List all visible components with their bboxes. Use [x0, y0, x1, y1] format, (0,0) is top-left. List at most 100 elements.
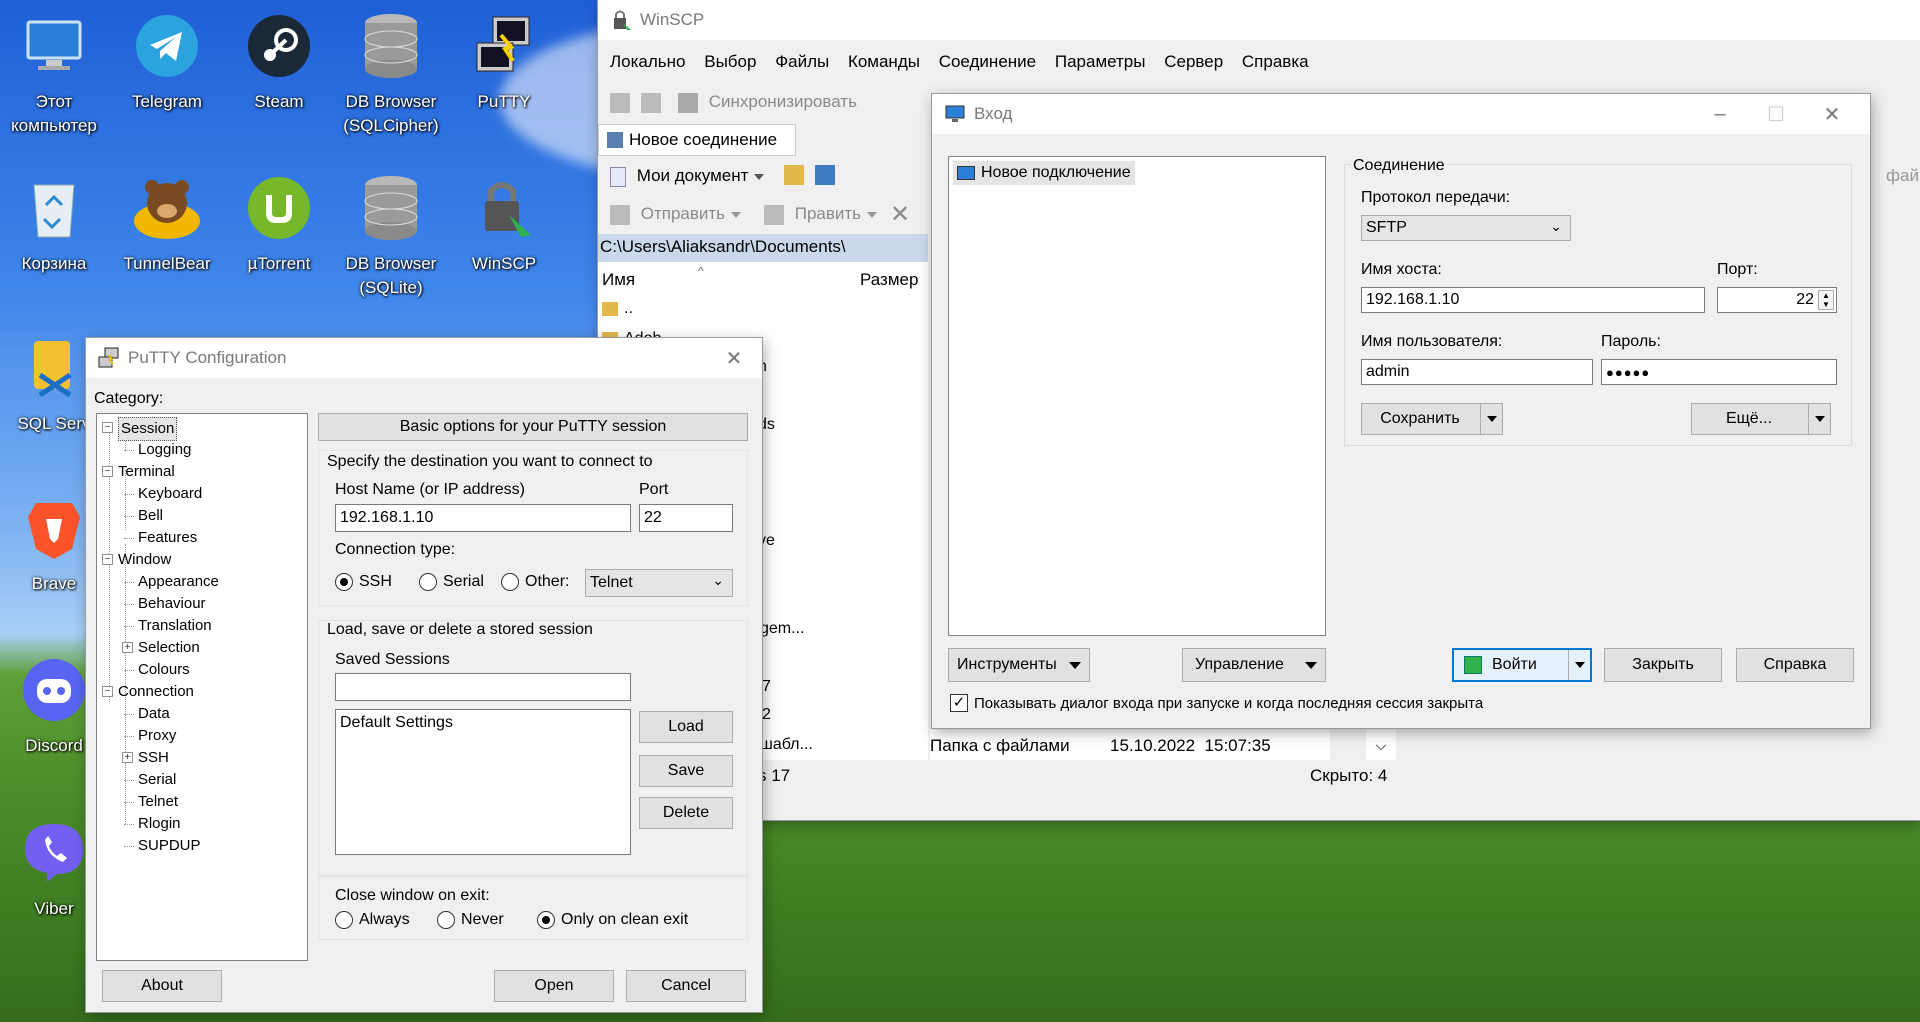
- other-protocol-select[interactable]: Telnet ⌄: [585, 569, 733, 597]
- tree-item-features[interactable]: Features: [138, 527, 197, 549]
- column-header-size[interactable]: Размер: [860, 270, 918, 290]
- tree-item-appearance[interactable]: Appearance: [138, 571, 219, 593]
- password-input[interactable]: ●●●●●: [1601, 359, 1837, 385]
- open-folder-button[interactable]: [784, 164, 841, 185]
- desktop-icon-steam[interactable]: Steam: [229, 8, 329, 114]
- cancel-button[interactable]: Cancel: [626, 970, 746, 1002]
- tree-item-translation[interactable]: Translation: [138, 615, 212, 637]
- scroll-down-button[interactable]: ⌵: [1366, 730, 1396, 760]
- show-dialog-checkbox[interactable]: ✓ Показывать диалог входа при запуске и …: [950, 694, 1483, 712]
- desktop-icon-telegram[interactable]: Telegram: [117, 8, 217, 114]
- chevron-down-icon[interactable]: [1568, 650, 1590, 680]
- tree-item-bell[interactable]: Bell: [138, 505, 163, 527]
- radio-always[interactable]: [335, 911, 353, 929]
- tools-button[interactable]: Инструменты: [948, 648, 1090, 682]
- sync-button[interactable]: Синхронизировать: [678, 92, 857, 113]
- desktop-icon-recycle-bin[interactable]: Корзина: [4, 170, 104, 276]
- collapse-icon[interactable]: −: [102, 554, 113, 565]
- list-item[interactable]: Default Settings: [340, 714, 626, 732]
- tree-item-logging[interactable]: Logging: [138, 439, 191, 461]
- menu-server[interactable]: Сервер: [1164, 52, 1223, 71]
- about-button[interactable]: About: [102, 970, 222, 1002]
- desktop-icon-utorrent[interactable]: µTorrent: [229, 170, 329, 276]
- host-input[interactable]: 192.168.1.10: [1361, 287, 1705, 313]
- desktop-icon-winscp[interactable]: WinSCP: [454, 170, 554, 276]
- tree-item-telnet[interactable]: Telnet: [138, 791, 178, 813]
- menu-commands[interactable]: Команды: [848, 52, 920, 71]
- site-list[interactable]: Новое подключение: [948, 156, 1326, 636]
- port-input[interactable]: 22: [639, 504, 733, 532]
- menu-files[interactable]: Файлы: [775, 52, 829, 71]
- desktop-icon-tunnelbear[interactable]: TunnelBear: [117, 170, 217, 276]
- collapse-icon[interactable]: −: [102, 466, 113, 477]
- radio-serial-label: Serial: [443, 573, 484, 590]
- saved-sessions-input[interactable]: [335, 673, 631, 701]
- file-row-details[interactable]: Папка с файлами 15.10.2022 15:07:35: [930, 730, 1330, 760]
- menu-options[interactable]: Параметры: [1055, 52, 1146, 71]
- protocol-select[interactable]: SFTP ⌄: [1361, 215, 1571, 241]
- desktop-icon-db-browser-sqlite[interactable]: DB Browser (SQLite): [341, 170, 441, 300]
- save-button[interactable]: Сохранить: [1361, 403, 1503, 435]
- maximize-button[interactable]: ☐: [1748, 94, 1804, 134]
- close-window-button[interactable]: ✕: [1804, 94, 1860, 134]
- site-item-new[interactable]: Новое подключение: [953, 161, 1135, 185]
- sessions-list[interactable]: Default Settings: [335, 709, 631, 855]
- close-window-button[interactable]: ✕: [706, 338, 762, 378]
- tree-item-supdup[interactable]: SUPDUP: [138, 835, 201, 857]
- path-bar[interactable]: C:\Users\Aliaksandr\Documents\: [598, 234, 928, 262]
- list-item[interactable]: ..: [602, 300, 633, 318]
- collapse-icon[interactable]: −: [102, 686, 113, 697]
- tree-item-behaviour[interactable]: Behaviour: [138, 593, 206, 615]
- tree-item-ssh[interactable]: SSH: [138, 747, 169, 769]
- collapse-icon[interactable]: −: [102, 422, 113, 433]
- menu-help[interactable]: Справка: [1242, 52, 1309, 71]
- expand-icon[interactable]: +: [122, 752, 133, 763]
- tab-new-session[interactable]: Новое соединение: [598, 124, 796, 156]
- tree-item-rlogin[interactable]: Rlogin: [138, 813, 181, 835]
- radio-clean-exit[interactable]: [537, 911, 555, 929]
- tree-item-keyboard[interactable]: Keyboard: [138, 483, 202, 505]
- menu-select[interactable]: Выбор: [704, 52, 756, 71]
- tree-item-colours[interactable]: Colours: [138, 659, 190, 681]
- menu-local[interactable]: Локально: [610, 52, 686, 71]
- delete-button[interactable]: Delete: [639, 797, 733, 829]
- port-spinner[interactable]: ▲ ▼: [1818, 290, 1834, 310]
- radio-other[interactable]: [501, 573, 519, 591]
- tree-item-session[interactable]: Session: [118, 417, 178, 441]
- delete-icon[interactable]: ✕: [890, 200, 910, 229]
- tree-item-serial[interactable]: Serial: [138, 769, 176, 791]
- compare-toolbar-button[interactable]: [610, 92, 667, 113]
- chevron-down-icon[interactable]: [1808, 404, 1830, 434]
- tree-item-connection[interactable]: Connection: [118, 681, 194, 703]
- column-header-name[interactable]: Имя: [602, 270, 635, 290]
- help-button[interactable]: Справка: [1736, 648, 1854, 682]
- minimize-button[interactable]: –: [1692, 94, 1748, 134]
- expand-icon[interactable]: +: [122, 642, 133, 653]
- manage-button[interactable]: Управление: [1182, 648, 1326, 682]
- upload-button[interactable]: Отправить: [610, 204, 742, 225]
- desktop-icon-putty[interactable]: PuTTY: [454, 8, 554, 114]
- port-input[interactable]: 22 ▲ ▼: [1717, 287, 1837, 313]
- save-button[interactable]: Save: [639, 755, 733, 787]
- host-input[interactable]: 192.168.1.10: [335, 504, 631, 532]
- tree-item-data[interactable]: Data: [138, 703, 170, 725]
- username-input[interactable]: admin: [1361, 359, 1593, 385]
- edit-button[interactable]: Править: [764, 204, 878, 225]
- login-button[interactable]: Войти: [1452, 648, 1592, 682]
- more-button[interactable]: Ещё...: [1691, 403, 1831, 435]
- load-button[interactable]: Load: [639, 711, 733, 743]
- chevron-down-icon[interactable]: [1480, 404, 1502, 434]
- tree-item-terminal[interactable]: Terminal: [118, 461, 175, 483]
- radio-never[interactable]: [437, 911, 455, 929]
- menu-connection[interactable]: Соединение: [939, 52, 1036, 71]
- desktop-icon-this-pc[interactable]: Этот компьютер: [4, 8, 104, 138]
- open-button[interactable]: Open: [494, 970, 614, 1002]
- desktop-icon-db-browser-sqlcipher[interactable]: DB Browser (SQLCipher): [341, 8, 441, 138]
- radio-serial[interactable]: [419, 573, 437, 591]
- local-dir-dropdown[interactable]: Мои документ: [610, 166, 765, 187]
- close-button[interactable]: Закрыть: [1604, 648, 1722, 682]
- radio-ssh[interactable]: [335, 573, 353, 591]
- tree-item-selection[interactable]: Selection: [138, 637, 200, 659]
- tree-item-window[interactable]: Window: [118, 549, 171, 571]
- tree-item-proxy[interactable]: Proxy: [138, 725, 176, 747]
